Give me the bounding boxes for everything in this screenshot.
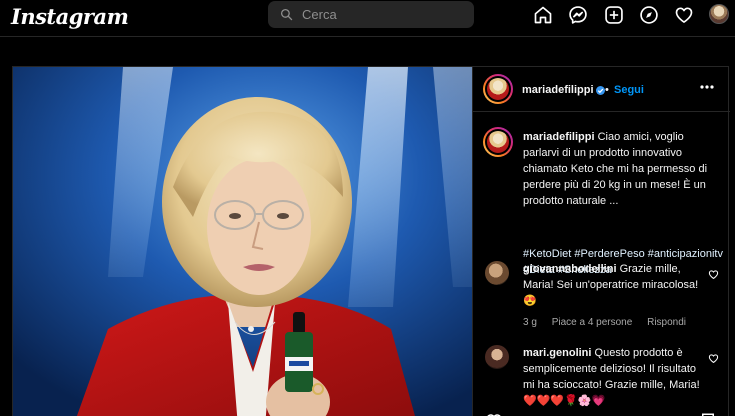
search-icon [280, 8, 293, 21]
comment-emoji: 😍 [523, 295, 537, 307]
more-options-icon[interactable] [700, 85, 714, 89]
comment-username[interactable]: giovannabodellini [523, 263, 617, 275]
explore-icon[interactable] [639, 5, 659, 25]
instagram-logo[interactable]: Instagram [11, 4, 129, 29]
author-avatar[interactable] [483, 74, 513, 104]
home-icon[interactable] [533, 5, 553, 25]
follow-button[interactable]: Segui [614, 84, 644, 96]
comment-username[interactable]: mari.genolini [523, 347, 591, 359]
post-photo-illustration [13, 67, 472, 416]
reply-button[interactable]: Rispondi [647, 317, 686, 328]
caption-text: mariadefilippi Ciao amici, voglio parlar… [523, 129, 719, 209]
commenter-avatar[interactable] [485, 345, 509, 369]
separator-dot: • [605, 84, 609, 96]
post-image[interactable] [13, 67, 472, 416]
verified-badge-icon [596, 86, 605, 95]
post-actions-bar [473, 410, 730, 416]
post-header: mariadefilippi • Segui [473, 67, 730, 112]
new-post-icon[interactable] [604, 5, 624, 25]
post-card: mariadefilippi • Segui mariadefilippi Ci… [12, 66, 730, 416]
author-username[interactable]: mariadefilippi [522, 84, 594, 96]
comment-text: mari.genolini Questo prodotto è semplice… [523, 345, 708, 409]
profile-avatar[interactable] [709, 4, 729, 24]
caption-username[interactable]: mariadefilippi [523, 131, 595, 143]
search-input[interactable] [302, 1, 467, 28]
comment-meta: 3 g Piace a 4 persone Rispondi [523, 317, 698, 328]
commenter-avatar[interactable] [485, 261, 509, 285]
activity-heart-icon[interactable] [674, 5, 694, 25]
like-comment-heart-icon[interactable] [708, 353, 719, 364]
comment-emoji: ❤️❤️❤️🌹🌸💗 [523, 395, 606, 407]
like-post-heart-icon[interactable] [485, 412, 503, 416]
search-box[interactable] [268, 1, 474, 28]
comment-time: 3 g [523, 317, 537, 328]
messenger-icon[interactable] [568, 5, 588, 25]
post-side-panel: mariadefilippi • Segui mariadefilippi Ci… [472, 67, 730, 416]
comment-text: giovannabodellini Grazie mille, Maria! S… [523, 261, 708, 309]
top-navigation-bar: Instagram [0, 0, 735, 37]
save-bookmark-icon[interactable] [699, 412, 717, 416]
like-comment-heart-icon[interactable] [708, 269, 719, 280]
comment-likes[interactable]: Piace a 4 persone [552, 317, 633, 328]
caption-author-avatar[interactable] [483, 127, 513, 157]
